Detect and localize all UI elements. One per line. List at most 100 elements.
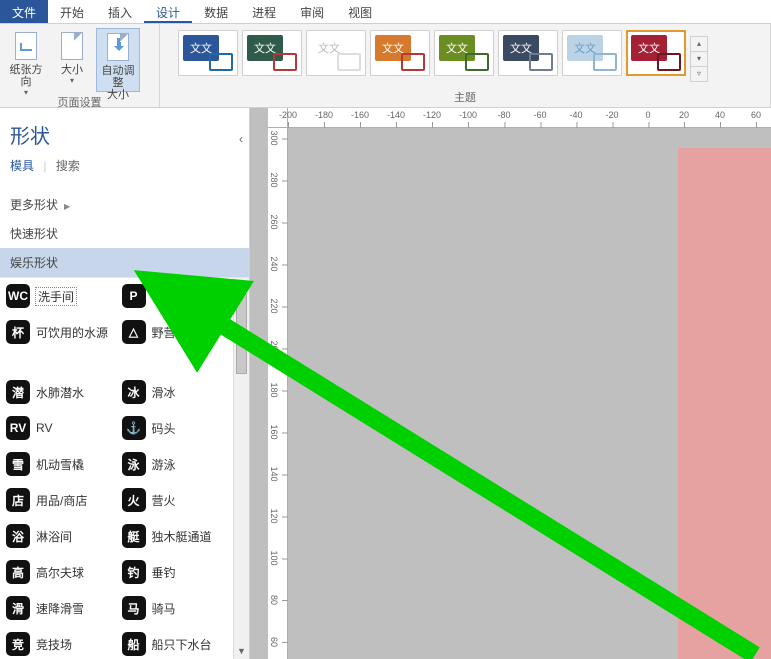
tab-insert[interactable]: 插入 (96, 0, 144, 23)
shape-label: 骑马 (152, 600, 176, 617)
shape-label: 水肺潜水 (36, 384, 84, 401)
shapes-panel: 形状 ‹ 模具 | 搜索 更多形状 快速形状 娱乐形状 WC洗手间P停车杯可饮用… (0, 108, 250, 659)
shape-icon: 马 (122, 596, 146, 620)
tab-design[interactable]: 设计 (144, 0, 192, 23)
shape-item[interactable]: 钓垂钓 (122, 560, 234, 584)
canvas[interactable] (288, 128, 771, 659)
shape-item[interactable]: 杯可饮用的水源 (6, 320, 118, 344)
shape-item[interactable]: P 停车 (122, 284, 234, 308)
theme-group-label: 主题 (160, 87, 770, 107)
panel-collapse-icon[interactable]: ‹ (239, 132, 243, 146)
chevron-down-icon: ▾ (70, 76, 74, 85)
themes-more-button[interactable]: ▴▾▿ (690, 36, 708, 82)
ruler-tick: 140 (269, 466, 279, 481)
shape-label: 洗手间 (36, 288, 76, 305)
theme-swatch-0[interactable]: 文文 (178, 30, 238, 76)
shape-icon: P (122, 284, 146, 308)
ruler-tick: -120 (423, 110, 441, 120)
shape-label: RV (36, 421, 52, 435)
shape-label: 垂钓 (152, 564, 176, 581)
scroll-up-icon[interactable]: ▲ (234, 278, 249, 294)
shape-icon: △ (122, 320, 146, 344)
ribbon: 纸张方向 ▾ 大小 ▾ 自动调整大小 页面设置 文文文文文文文文文文文文文文文文… (0, 24, 771, 108)
shape-item[interactable]: 雪机动雪橇 (6, 452, 118, 476)
autosize-button[interactable]: 自动调整大小 (96, 28, 140, 92)
shape-label: 速降滑雪 (36, 600, 84, 617)
shape-icon: 滑 (6, 596, 30, 620)
theme-swatch-5[interactable]: 文文 (498, 30, 558, 76)
tab-home[interactable]: 开始 (48, 0, 96, 23)
shape-icon: 浴 (6, 524, 30, 548)
theme-swatch-4[interactable]: 文文 (434, 30, 494, 76)
shape-item[interactable]: 艇独木艇通道 (122, 524, 234, 548)
ruler-tick: -100 (459, 110, 477, 120)
ruler-tick: 60 (269, 637, 279, 647)
size-button[interactable]: 大小 ▾ (50, 28, 94, 92)
ruler-tick: 160 (269, 424, 279, 439)
ruler-tick: -160 (351, 110, 369, 120)
ruler-horizontal[interactable]: -200-180-160-140-120-100-80-60-40-200204… (288, 108, 771, 128)
theme-swatch-7[interactable]: 文文 (626, 30, 686, 76)
more-shapes-section[interactable]: 更多形状 (0, 190, 249, 219)
tab-view[interactable]: 视图 (336, 0, 384, 23)
shape-item[interactable]: RV RV (6, 416, 118, 440)
ruler-tick: -140 (387, 110, 405, 120)
ruler-tick: 260 (269, 214, 279, 229)
shape-label: 码头 (152, 420, 176, 437)
shape-item[interactable]: 高高尔夫球 (6, 560, 118, 584)
shape-label: 停车 (152, 288, 176, 305)
shape-icon: 杯 (6, 320, 30, 344)
ruler-tick: 280 (269, 172, 279, 187)
ruler-tick: 180 (269, 382, 279, 397)
orientation-button[interactable]: 纸张方向 ▾ (4, 28, 48, 92)
shape-item[interactable]: 马骑马 (122, 596, 234, 620)
shape-item[interactable]: 浴淋浴间 (6, 524, 118, 548)
shape-icon: ⚓ (122, 416, 146, 440)
shape-icon: RV (6, 416, 30, 440)
shape-item[interactable]: 船船只下水台 (122, 632, 234, 656)
stencils-link[interactable]: 模具 (10, 159, 34, 173)
shape-label: 高尔夫球 (36, 564, 84, 581)
ruler-tick: -40 (569, 110, 582, 120)
shape-item[interactable]: 店用品/商店 (6, 488, 118, 512)
ruler-tick: 100 (269, 550, 279, 565)
tab-review[interactable]: 审阅 (288, 0, 336, 23)
shape-item[interactable]: 滑速降滑雪 (6, 596, 118, 620)
shape-item[interactable]: ⚓ 码头 (122, 416, 234, 440)
shape-item[interactable]: △野营 (122, 320, 234, 344)
tab-data[interactable]: 数据 (192, 0, 240, 23)
scroll-thumb[interactable] (236, 294, 247, 374)
tab-file[interactable]: 文件 (0, 0, 48, 23)
search-link[interactable]: 搜索 (56, 159, 80, 173)
shape-icon: 火 (122, 488, 146, 512)
quick-shapes-section[interactable]: 快速形状 (0, 219, 249, 248)
ruler-vertical[interactable]: 3002802602402202001801601401201008060 (268, 128, 288, 659)
shape-item[interactable]: 火营火 (122, 488, 234, 512)
shape-label: 用品/商店 (36, 492, 87, 509)
shape-scrollbar[interactable]: ▲ ▼ (233, 278, 249, 659)
scroll-down-icon[interactable]: ▼ (234, 643, 249, 659)
shape-label: 滑冰 (152, 384, 176, 401)
shape-item[interactable]: 泳游泳 (122, 452, 234, 476)
shape-item[interactable]: 竞竞技场 (6, 632, 118, 656)
drawing-page[interactable] (678, 148, 771, 659)
theme-swatch-2[interactable]: 文文 (306, 30, 366, 76)
shape-item[interactable]: 潜水肺潜水 (6, 380, 118, 404)
entertainment-shapes-section[interactable]: 娱乐形状 (0, 248, 249, 277)
ruler-tick: -180 (315, 110, 333, 120)
shape-item[interactable]: WC洗手间 (6, 284, 118, 308)
shape-item[interactable]: 冰滑冰 (122, 380, 234, 404)
shape-icon: 船 (122, 632, 146, 656)
canvas-area: -200-180-160-140-120-100-80-60-40-200204… (250, 108, 771, 659)
ruler-tick: -60 (533, 110, 546, 120)
shape-icon: 雪 (6, 452, 30, 476)
shape-icon: 潜 (6, 380, 30, 404)
theme-swatch-1[interactable]: 文文 (242, 30, 302, 76)
theme-swatch-6[interactable]: 文文 (562, 30, 622, 76)
ruler-tick: -200 (279, 110, 297, 120)
shape-icon: 钓 (122, 560, 146, 584)
theme-swatch-3[interactable]: 文文 (370, 30, 430, 76)
tab-process[interactable]: 进程 (240, 0, 288, 23)
ruler-tick: -80 (497, 110, 510, 120)
shape-icon: 冰 (122, 380, 146, 404)
